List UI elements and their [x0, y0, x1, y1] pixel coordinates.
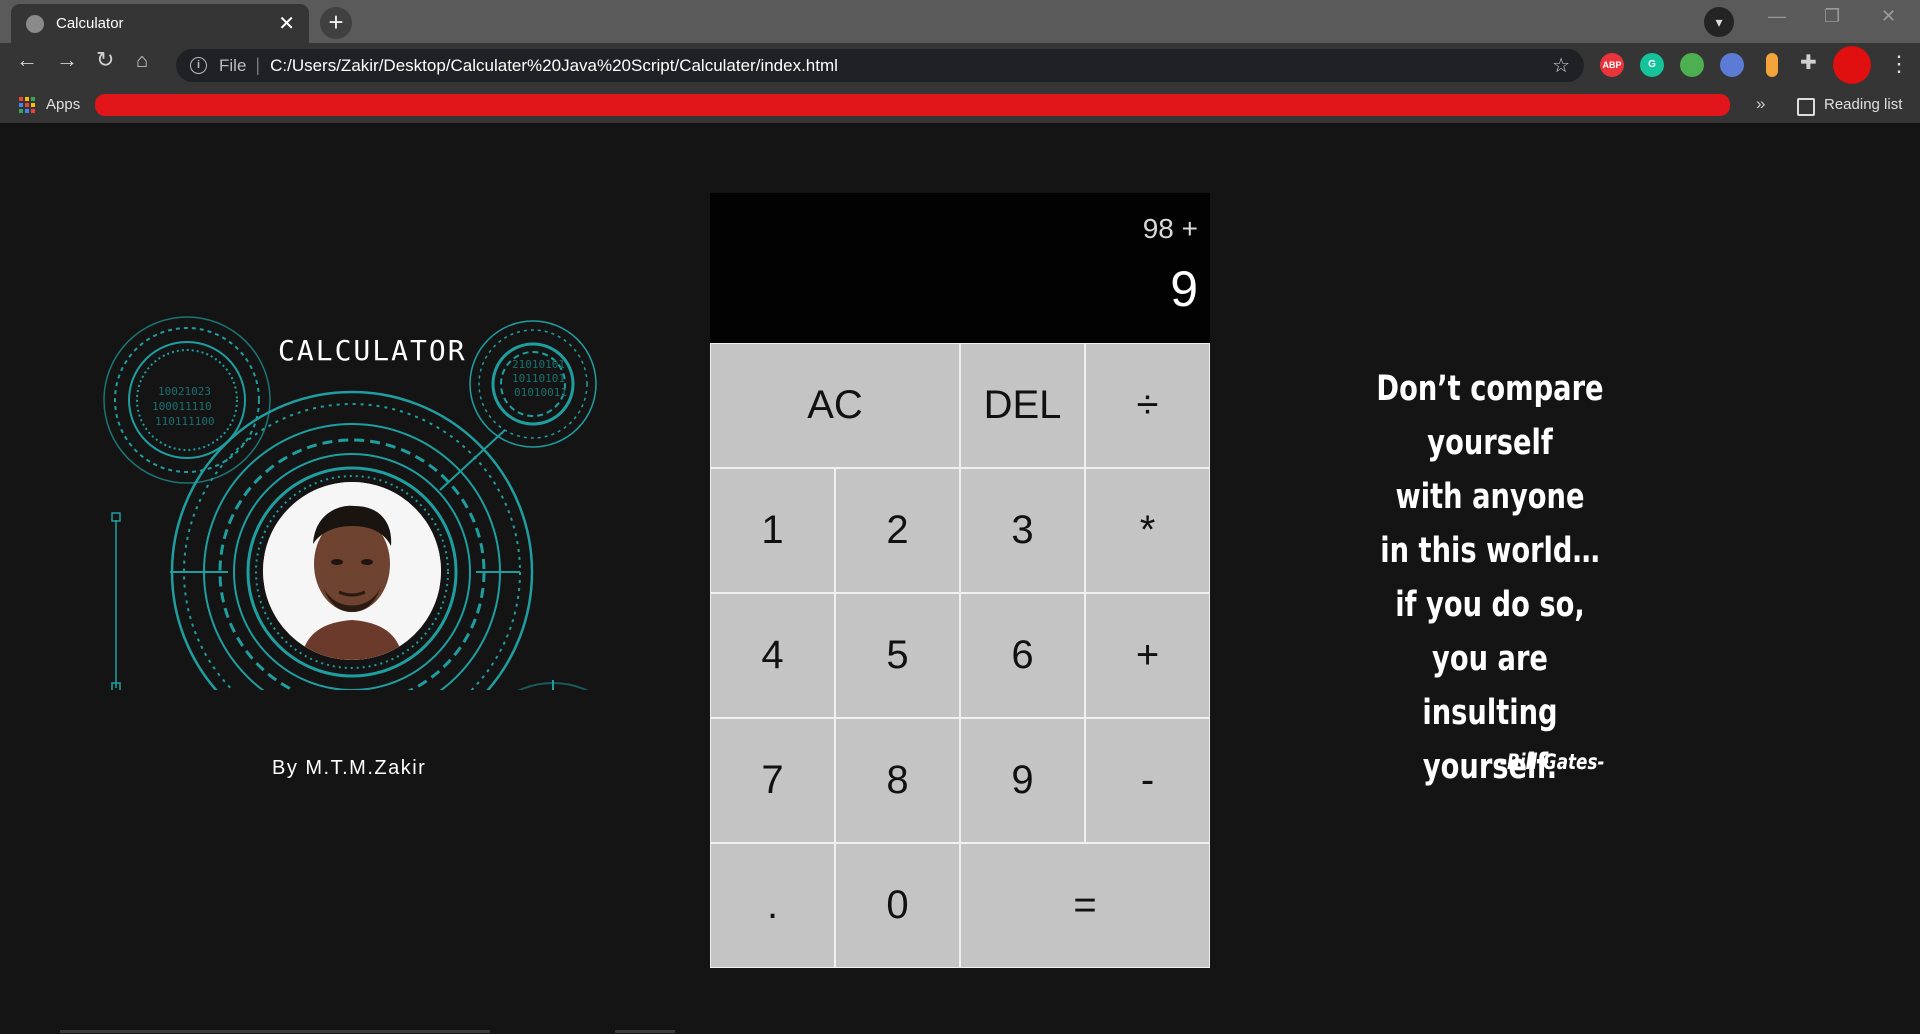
svg-text:100011110: 100011110 — [152, 400, 212, 413]
quote-line: yourself — [1427, 423, 1553, 463]
tab-strip: Calculator ✕ + ▾ — ❐ ✕ — [0, 0, 1920, 43]
url-separator: | — [255, 55, 261, 75]
horizontal-scrollbar[interactable] — [60, 1030, 490, 1033]
quote-line: with anyone — [1395, 477, 1585, 517]
browser-toolbar: ← → ↻ ⌂ i File | C:/Users/Zakir/Desktop/… — [0, 43, 1920, 87]
previous-operand: 98 + — [1142, 213, 1198, 244]
profile-avatar[interactable] — [1833, 46, 1871, 84]
all-clear-button[interactable]: AC — [710, 343, 960, 468]
adblock-plus-icon[interactable]: ABP — [1600, 53, 1624, 77]
add-button[interactable]: + — [1085, 593, 1210, 718]
svg-text:10110101: 10110101 — [512, 372, 565, 385]
back-icon[interactable]: ← — [16, 49, 38, 71]
more-bookmarks-icon[interactable]: » — [1756, 94, 1765, 114]
tab-close-icon[interactable]: ✕ — [278, 14, 295, 34]
apps-bookmark[interactable]: Apps — [46, 96, 80, 113]
address-bar[interactable]: i File | C:/Users/Zakir/Desktop/Calculat… — [176, 49, 1584, 82]
extensions-puzzle-icon[interactable]: ✚ — [1800, 53, 1817, 73]
digit-3-button[interactable]: 3 — [960, 468, 1085, 593]
color-picker-icon[interactable] — [1680, 53, 1704, 77]
subtract-button[interactable]: - — [1085, 718, 1210, 843]
artwork-title: CALCULATOR — [278, 334, 467, 367]
delete-button[interactable]: DEL — [960, 343, 1085, 468]
tab-title: Calculator — [56, 15, 124, 32]
window-close-icon[interactable]: ✕ — [1881, 6, 1896, 27]
current-operand: 9 — [1170, 261, 1198, 317]
bookmarks-bar: Apps » Reading list — [0, 87, 1920, 123]
pill-extension-icon[interactable] — [1766, 53, 1778, 77]
digit-8-button[interactable]: 8 — [835, 718, 960, 843]
reload-icon[interactable]: ↻ — [96, 49, 114, 71]
restore-icon[interactable]: ❐ — [1824, 6, 1840, 27]
divide-button[interactable]: ÷ — [1085, 343, 1210, 468]
quote-author: -Bill Gates- — [1500, 750, 1605, 774]
svg-text:01010011: 01010011 — [514, 386, 567, 399]
digit-7-button[interactable]: 7 — [710, 718, 835, 843]
reading-list-button[interactable]: Reading list — [1824, 96, 1902, 113]
author-photo — [263, 482, 441, 660]
grammarly-icon[interactable]: G — [1640, 53, 1664, 77]
quote-text: Don’t compare yourself with anyone in th… — [1373, 362, 1607, 794]
digit-1-button[interactable]: 1 — [710, 468, 835, 593]
digit-6-button[interactable]: 6 — [960, 593, 1085, 718]
digit-5-button[interactable]: 5 — [835, 593, 960, 718]
quote-line: Don’t compare — [1376, 369, 1604, 409]
quote-line: you are insulting — [1422, 639, 1558, 733]
reading-list-icon[interactable] — [1797, 98, 1815, 116]
svg-text:21010101: 21010101 — [512, 358, 565, 371]
bookmark-star-icon[interactable]: ☆ — [1552, 53, 1570, 78]
calculator: 98 + 9 AC DEL ÷ 1 2 3 * 4 5 6 + 7 8 9 - … — [710, 193, 1210, 968]
decimal-button[interactable]: . — [710, 843, 835, 968]
svg-text:10021023: 10021023 — [158, 385, 211, 398]
forward-icon[interactable]: → — [56, 49, 78, 71]
equals-button[interactable]: = — [960, 843, 1210, 968]
digit-4-button[interactable]: 4 — [710, 593, 835, 718]
digit-2-button[interactable]: 2 — [835, 468, 960, 593]
author-byline: By M.T.M.Zakir — [272, 757, 427, 779]
url-scheme-label: File — [219, 55, 247, 75]
site-info-icon[interactable]: i — [190, 57, 207, 74]
digit-0-button[interactable]: 0 — [835, 843, 960, 968]
tab-search-icon[interactable]: ▾ — [1704, 7, 1734, 37]
quote-line: in this world… — [1380, 531, 1600, 571]
minimize-icon[interactable]: — — [1768, 6, 1786, 27]
horizontal-scrollbar-thumb[interactable] — [615, 1030, 675, 1033]
svg-text:110111100: 110111100 — [155, 415, 215, 428]
calculator-display: 98 + 9 — [710, 193, 1210, 343]
digit-9-button[interactable]: 9 — [960, 718, 1085, 843]
home-icon[interactable]: ⌂ — [136, 51, 148, 71]
globe-icon — [26, 14, 44, 33]
menu-kebab-icon[interactable]: ⋮ — [1888, 51, 1910, 77]
eyes-extension-icon[interactable] — [1720, 53, 1744, 77]
tab-calculator[interactable]: Calculator ✕ — [11, 4, 309, 43]
apps-grid-icon[interactable] — [19, 97, 35, 113]
quote-line: if you do so, — [1395, 585, 1585, 625]
multiply-button[interactable]: * — [1085, 468, 1210, 593]
url-text[interactable]: C:/Users/Zakir/Desktop/Calculater%20Java… — [270, 56, 1552, 76]
new-tab-button[interactable]: + — [320, 7, 352, 39]
redacted-bookmarks — [95, 94, 1730, 116]
